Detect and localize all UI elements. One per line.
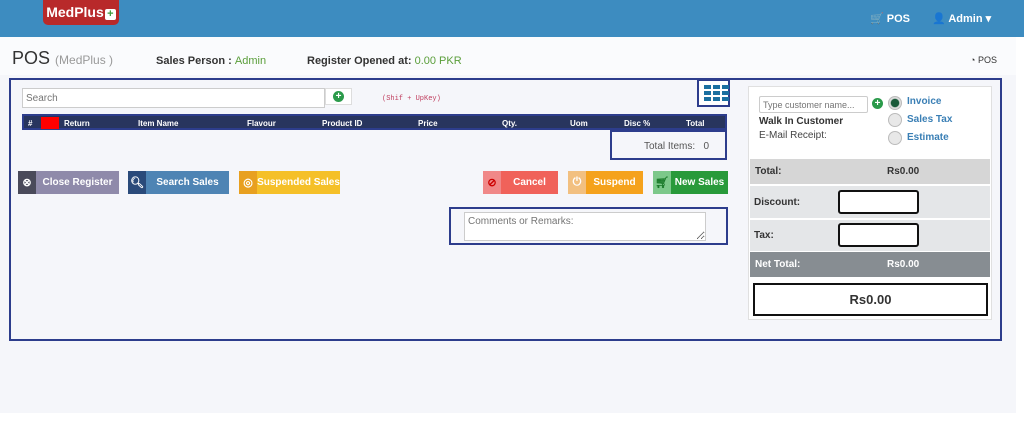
col-total: Total: [686, 119, 705, 128]
col-item-name: Item Name: [138, 119, 179, 128]
grid-view-button[interactable]: [697, 79, 730, 107]
cart-icon: 🛒: [870, 13, 884, 25]
email-receipt-label: E-Mail Receipt:: [759, 130, 827, 141]
sales-person: Sales Person : Admin: [156, 55, 267, 67]
page-title: POS (MedPlus ): [12, 48, 114, 68]
plus-icon: +: [104, 9, 116, 20]
net-total-row: Net Total: Rs0.00: [750, 252, 990, 277]
col-price: Price: [418, 119, 438, 128]
col-return: Return: [64, 119, 90, 128]
cancel-button[interactable]: ⊘ Cancel: [483, 171, 558, 194]
page-header: [0, 37, 1016, 75]
search-sales-button[interactable]: 🔍︎ Search Sales: [128, 171, 229, 194]
close-register-button[interactable]: ⊗ Close Register: [18, 171, 119, 194]
comments-box: [449, 207, 728, 245]
new-sales-button[interactable]: 🛒︎ New Sales: [653, 171, 728, 194]
total-items: Total Items: 0: [610, 130, 727, 160]
user-icon: 👤: [932, 13, 946, 25]
logo[interactable]: MedPlus +: [43, 0, 119, 25]
discount-input[interactable]: [838, 190, 919, 214]
grand-total-display: Rs0.00: [753, 283, 988, 316]
col-flavour: Flavour: [247, 119, 276, 128]
compass-icon: ◎: [239, 171, 257, 194]
col-product-id: Product ID: [322, 119, 363, 128]
close-circle-icon: ⊗: [18, 171, 36, 194]
col-uom: Uom: [570, 119, 588, 128]
radio-invoice[interactable]: [888, 96, 902, 110]
radio-estimate[interactable]: [888, 131, 902, 145]
col-disc: Disc %: [624, 119, 651, 128]
search-input[interactable]: [22, 88, 325, 108]
col-qty: Qty.: [502, 119, 517, 128]
add-item-button[interactable]: +: [325, 88, 352, 105]
search-icon: 🔍︎: [128, 171, 146, 194]
radio-invoice-label[interactable]: Invoice: [907, 96, 941, 107]
register-opened: Register Opened at: 0.00 PKR: [307, 55, 462, 67]
dashboard-icon: ◔: [970, 55, 976, 65]
ban-icon: ⊘: [483, 171, 501, 194]
plus-circle-icon: +: [333, 91, 344, 102]
customer-name-input[interactable]: [759, 96, 868, 113]
cart-icon: 🛒︎: [653, 171, 671, 194]
suspended-sales-button[interactable]: ◎ Suspended Sales: [239, 171, 340, 194]
nav-pos-link[interactable]: 🛒 POS: [870, 12, 910, 25]
customer-name: Walk In Customer: [759, 116, 844, 127]
total-row: Total: Rs0.00: [750, 159, 990, 184]
col-number: #: [28, 119, 33, 128]
shortcut-hint: (Shif + UpKey): [382, 95, 441, 103]
radio-sales-tax[interactable]: [888, 113, 902, 127]
tax-input[interactable]: [838, 223, 919, 247]
caret-down-icon: ▾: [985, 13, 992, 25]
suspend-button[interactable]: ⏻ Suspend: [568, 171, 643, 194]
add-customer-icon[interactable]: +: [872, 98, 883, 109]
items-table-header: # Return Item Name Flavour Product ID Pr…: [22, 114, 727, 130]
pos-breadcrumb[interactable]: ◔ POS: [970, 55, 997, 65]
user-menu[interactable]: 👤 Admin ▾: [932, 12, 991, 25]
radio-sales-tax-label[interactable]: Sales Tax: [907, 114, 952, 125]
radio-estimate-label[interactable]: Estimate: [907, 132, 949, 143]
power-icon: ⏻: [568, 171, 586, 194]
return-color-swatch: [41, 117, 59, 129]
comments-input[interactable]: [464, 212, 706, 241]
